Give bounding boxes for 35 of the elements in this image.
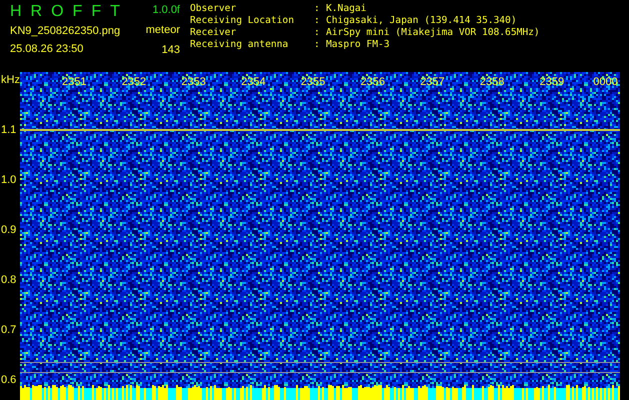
info-separator: : — [314, 27, 321, 39]
axis-label: 0.6 — [1, 374, 16, 386]
app-title: HROFFT — [10, 4, 130, 20]
mode-label: meteor — [146, 23, 180, 37]
time-label: 0000 — [593, 76, 618, 88]
count-label: 143 — [162, 43, 180, 57]
axis-label: 1.0 — [1, 174, 16, 186]
axis-label: 0.8 — [1, 274, 16, 286]
time-label: 2352 — [122, 76, 146, 88]
axis-label: 0.9 — [1, 224, 16, 236]
info-label: Receiving antenna — [190, 39, 290, 51]
time-label: 2357 — [420, 76, 445, 88]
version-label: 1.0.0f — [152, 4, 180, 17]
info-value: AirSpy mini (Miakejima VOR 108.65MHz) — [326, 27, 540, 39]
time-label: 2358 — [480, 76, 504, 88]
axis-label: 1.1 — [1, 124, 16, 136]
info-separator: : — [314, 3, 321, 15]
time-label: 2354 — [241, 76, 266, 88]
info-value: K.Nagai — [326, 3, 366, 15]
time-label: 2353 — [181, 76, 206, 88]
info-separator: : — [314, 15, 321, 27]
time-label: 2359 — [540, 76, 564, 88]
time-label: 2356 — [360, 76, 385, 88]
axis-label: 0.7 — [1, 324, 16, 336]
info-label: Receiving Location — [190, 15, 295, 27]
time-label: 2351 — [62, 76, 86, 88]
info-value: Maspro FM-3 — [326, 39, 390, 51]
info-label: Receiver — [190, 27, 238, 39]
time-label: 2355 — [300, 76, 326, 88]
info-separator: : — [314, 39, 321, 51]
axis-unit: kHz — [1, 74, 20, 86]
info-value: Chigasaki, Japan (139.414 35.340) — [326, 15, 517, 27]
timestamp: 25.08.26 23:50 — [10, 42, 84, 56]
info-label: Observer — [190, 3, 238, 15]
file-name: KN9_2508262350.png — [10, 24, 122, 38]
